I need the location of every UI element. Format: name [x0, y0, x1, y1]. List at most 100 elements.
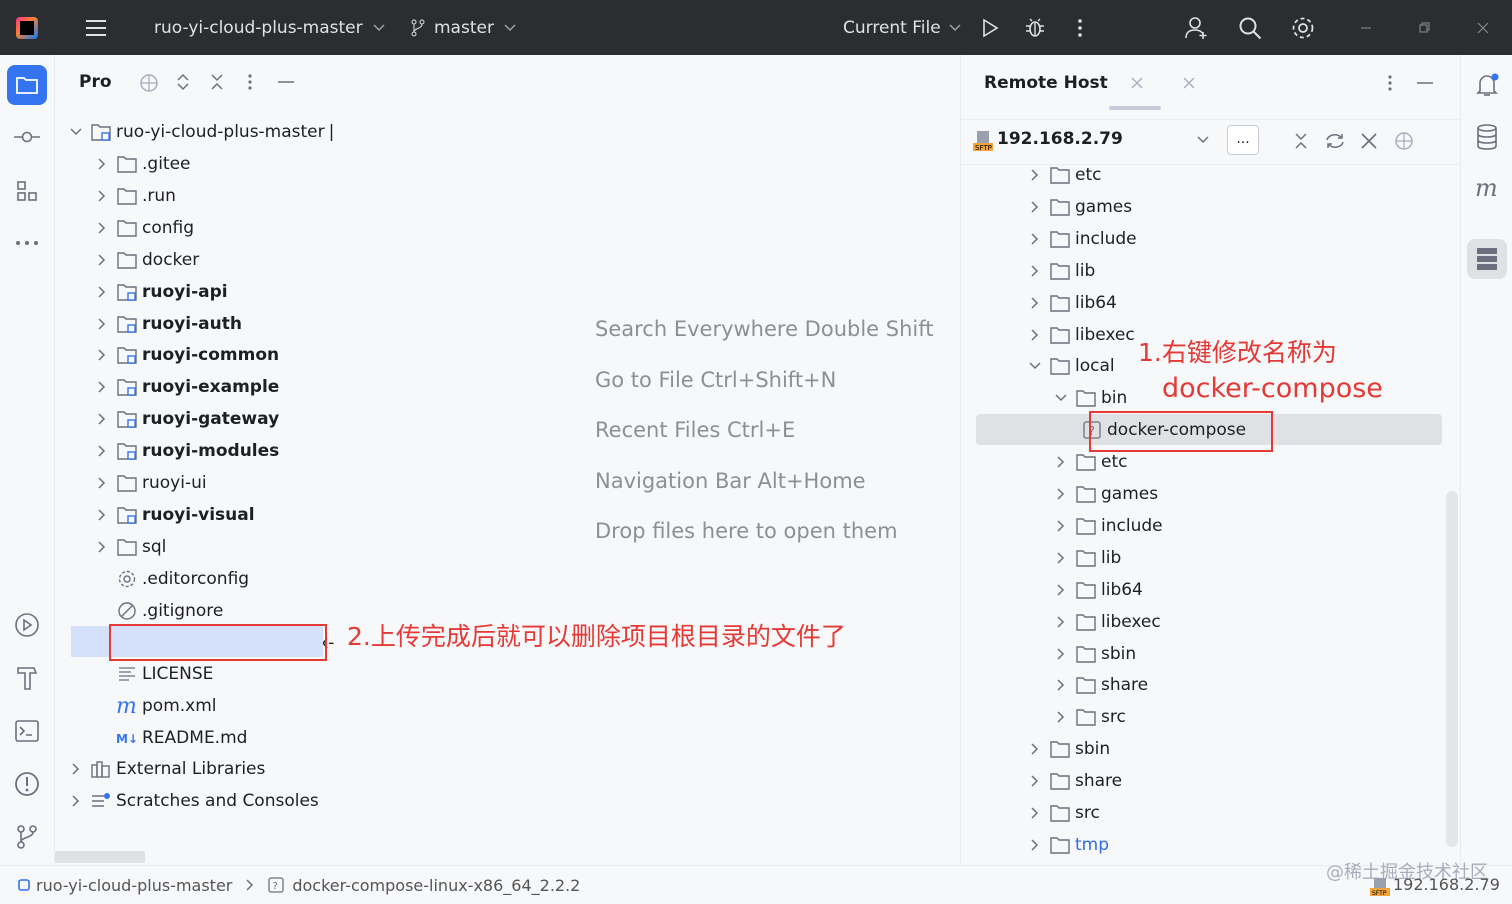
close-icon[interactable]: [1361, 133, 1377, 149]
remote-tree-row[interactable]: libexec: [1027, 319, 1135, 351]
debug-icon[interactable]: [1024, 0, 1046, 55]
project-tree-row[interactable]: .editorconfig: [94, 563, 249, 595]
external-libraries-row[interactable]: External Libraries: [68, 753, 265, 785]
minimize-window-icon[interactable]: [1360, 0, 1372, 55]
project-tree-row[interactable]: ruoyi-example: [94, 371, 279, 403]
remote-tree-row[interactable]: bin: [1053, 382, 1127, 414]
more-vertical-icon[interactable]: [1073, 0, 1087, 55]
status-host[interactable]: 192.168.2.79: [1393, 875, 1500, 894]
remote-tree-row[interactable]: local: [1027, 350, 1115, 382]
chevron-right-icon: [1027, 837, 1043, 853]
remote-tree-row[interactable]: include: [1053, 510, 1163, 542]
project-tree-row[interactable]: LICENSE: [94, 658, 213, 690]
search-icon[interactable]: [1238, 0, 1262, 55]
project-tree-row[interactable]: ruoyi-auth: [94, 308, 242, 340]
run-config-selector[interactable]: Current File: [843, 0, 961, 55]
more-tools-button[interactable]: [7, 223, 47, 263]
tree-root-row[interactable]: ruo-yi-cloud-plus-master |: [68, 116, 334, 148]
settings-gear-icon[interactable]: [1290, 0, 1316, 55]
project-tree-row[interactable]: .gitignore: [94, 595, 223, 627]
project-panel-title[interactable]: Pro: [79, 72, 112, 92]
maven-tool-button[interactable]: m: [1467, 169, 1507, 209]
remote-tree-row[interactable]: games: [1027, 191, 1132, 223]
scratches-row[interactable]: Scratches and Consoles: [68, 785, 319, 817]
remote-tree-row[interactable]: games: [1053, 478, 1158, 510]
vertical-scrollbar[interactable]: [1446, 491, 1458, 847]
remote-tree-row[interactable]: lib: [1053, 542, 1121, 574]
remote-tree-row[interactable]: share: [1027, 765, 1122, 797]
project-tree-row[interactable]: ruoyi-common: [94, 339, 279, 371]
remote-host-tool-button[interactable]: [1467, 239, 1507, 279]
project-tree-row[interactable]: ruoyi-gateway: [94, 403, 279, 435]
remote-tree-row[interactable]: src: [1053, 701, 1126, 733]
terminal-tool-button[interactable]: [7, 711, 47, 751]
expand-all-icon[interactable]: [176, 73, 190, 91]
run-icon[interactable]: [980, 0, 1000, 55]
remote-host-address[interactable]: 192.168.2.79: [997, 129, 1123, 149]
restore-window-icon[interactable]: [1418, 0, 1430, 55]
left-tool-stripe: [0, 55, 55, 865]
folder-icon: [116, 473, 138, 493]
branch-switcher[interactable]: master: [410, 0, 516, 55]
project-tree-row[interactable]: m pom.xml: [94, 690, 217, 722]
add-user-icon[interactable]: [1184, 0, 1210, 55]
project-tree-label: pom.xml: [142, 696, 217, 717]
project-tool-button[interactable]: [7, 65, 47, 105]
editor-hint: Search Everywhere Double Shift: [595, 317, 934, 341]
project-tree-row[interactable]: ruoyi-api: [94, 276, 228, 308]
browse-button[interactable]: ...: [1227, 125, 1259, 155]
close-tab-icon[interactable]: [1131, 77, 1143, 89]
remote-tree-row[interactable]: share: [1053, 669, 1148, 701]
project-tree-row[interactable]: config: [94, 212, 194, 244]
locate-crosshair-icon[interactable]: [1394, 131, 1414, 151]
project-switcher[interactable]: ruo-yi-cloud-plus-master: [154, 0, 385, 55]
locate-crosshair-icon[interactable]: [139, 73, 159, 93]
remote-host-tab[interactable]: Remote Host: [984, 73, 1108, 93]
folder-icon: [116, 154, 138, 174]
project-tree-row[interactable]: ruoyi-modules: [94, 435, 279, 467]
close-tab-icon[interactable]: [1183, 77, 1195, 89]
remote-tree-row[interactable]: lib64: [1053, 574, 1143, 606]
horizontal-scrollbar[interactable]: [55, 851, 145, 863]
main-menu-icon[interactable]: [84, 0, 108, 55]
remote-tree-row[interactable]: etc: [1027, 159, 1101, 191]
project-tree-row[interactable]: ruoyi-visual: [94, 499, 255, 531]
database-tool-button[interactable]: [1467, 117, 1507, 157]
commit-tool-button[interactable]: [7, 117, 47, 157]
git-tool-button[interactable]: [7, 817, 47, 857]
collapse-all-icon[interactable]: [210, 73, 224, 91]
structure-tool-button[interactable]: [7, 171, 47, 211]
services-tool-button[interactable]: [7, 605, 47, 645]
collapse-all-icon[interactable]: [1294, 132, 1308, 150]
hide-panel-icon[interactable]: [1416, 74, 1434, 92]
chevron-right-icon: [94, 443, 110, 459]
remote-tree-row[interactable]: lib64: [1027, 287, 1117, 319]
project-tree-row[interactable]: ruoyi-ui: [94, 467, 207, 499]
hammer-icon: [15, 665, 39, 691]
notifications-button[interactable]: [1467, 65, 1507, 105]
build-tool-button[interactable]: [7, 658, 47, 698]
more-vertical-icon[interactable]: [1387, 74, 1393, 92]
remote-tree-row[interactable]: lib: [1027, 255, 1095, 287]
editor-hint: Go to File Ctrl+Shift+N: [595, 368, 837, 392]
folder-icon: [1075, 580, 1097, 600]
project-tree-row[interactable]: sql: [94, 531, 166, 563]
more-vertical-icon[interactable]: [247, 73, 253, 91]
remote-tree-row[interactable]: src: [1027, 797, 1100, 829]
hide-panel-icon[interactable]: [277, 73, 295, 91]
breadcrumb-file[interactable]: docker-compose-linux-x86_64_2.2.2: [292, 876, 580, 895]
remote-tree-row[interactable]: sbin: [1053, 638, 1136, 670]
chevron-down-icon[interactable]: [1197, 136, 1209, 144]
refresh-icon[interactable]: [1324, 132, 1346, 150]
remote-tree-row[interactable]: libexec: [1053, 606, 1161, 638]
problems-tool-button[interactable]: [7, 764, 47, 804]
project-tree-row[interactable]: M↓ README.md: [94, 722, 247, 754]
remote-tree-row[interactable]: sbin: [1027, 733, 1110, 765]
project-tree-row[interactable]: docker: [94, 244, 199, 276]
remote-tree-row[interactable]: tmp: [1027, 829, 1109, 861]
breadcrumb-project[interactable]: ruo-yi-cloud-plus-master: [36, 876, 232, 895]
remote-tree-row[interactable]: include: [1027, 223, 1137, 255]
close-window-icon[interactable]: [1477, 0, 1489, 55]
project-tree-row[interactable]: .run: [94, 180, 176, 212]
project-tree-row[interactable]: .gitee: [94, 148, 191, 180]
